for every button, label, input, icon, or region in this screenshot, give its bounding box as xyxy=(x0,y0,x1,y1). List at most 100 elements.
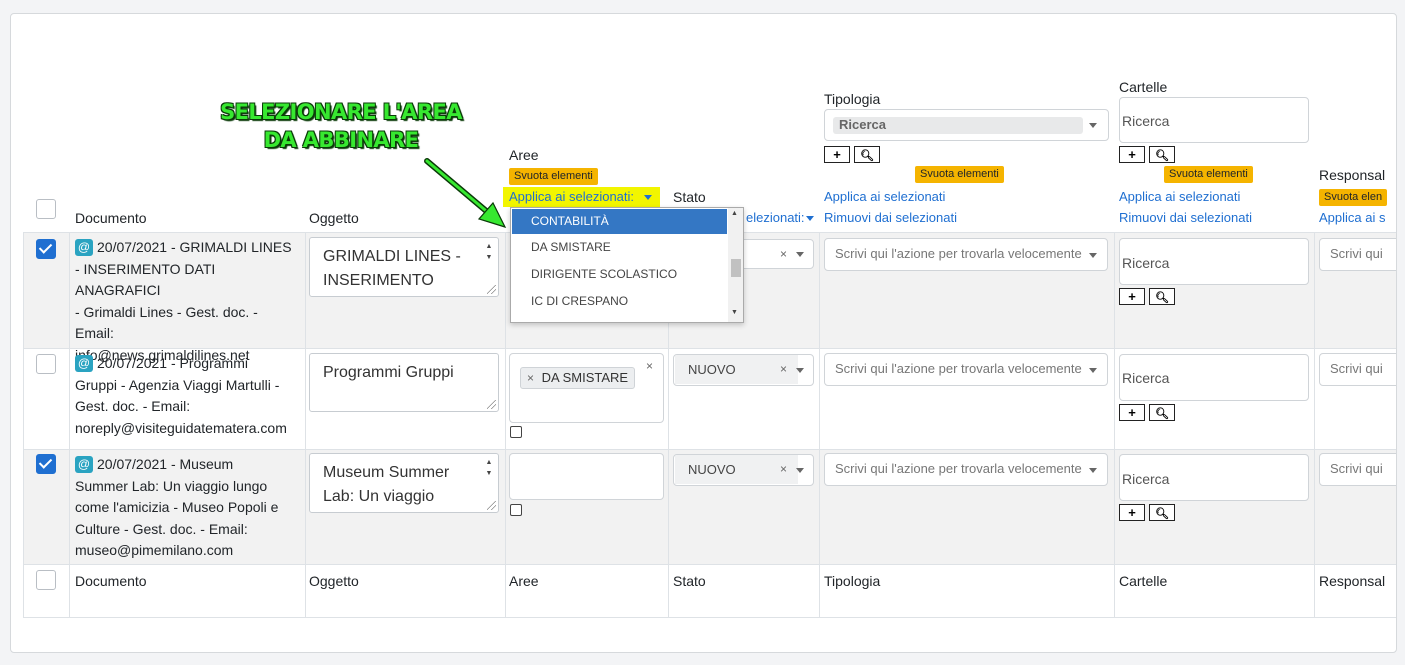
resize-grip-icon[interactable] xyxy=(487,501,496,510)
aree-dropdown-list[interactable]: CONTABILITÀ DA SMISTARE DIRIGENTE SCOLAS… xyxy=(510,207,744,323)
column-header-oggetto[interactable]: Oggetto xyxy=(309,210,359,226)
clear-icon[interactable]: × xyxy=(780,455,787,484)
chevron-down-icon xyxy=(1089,123,1097,128)
document-cell[interactable]: @20/07/2021 - Programmi Gruppi - Agenzia… xyxy=(75,353,303,439)
document-line: come l'amicizia - Museo Popoli e xyxy=(75,499,279,515)
footer-oggetto: Oggetto xyxy=(309,573,359,589)
document-line: - Grimaldi Lines - Gest. doc. - xyxy=(75,303,258,320)
scroll-down-icon[interactable]: ▼ xyxy=(731,309,738,316)
cartelle-search-button[interactable]: 🔍︎ xyxy=(1149,288,1175,305)
stato-select[interactable]: NUOVO × xyxy=(673,354,814,386)
cartelle-filter-input[interactable]: Ricerca xyxy=(1119,97,1309,143)
tipologia-select[interactable]: Scrivi qui l'azione per trovarla velocem… xyxy=(824,238,1108,271)
column-header-stato[interactable]: Stato xyxy=(673,189,706,205)
cartelle-add-button[interactable]: + xyxy=(1119,146,1145,163)
cartelle-search-button[interactable]: 🔍︎ xyxy=(1149,404,1175,421)
tipologia-add-button[interactable]: + xyxy=(824,146,850,163)
footer-documento: Documento xyxy=(75,573,147,589)
stato-applica-dropdown[interactable]: elezionati: xyxy=(746,210,805,225)
chevron-down-icon xyxy=(1089,253,1097,258)
oggetto-line: Museum Summer xyxy=(323,464,450,481)
clear-icon[interactable]: × xyxy=(780,355,787,384)
cartelle-rimuovi-link[interactable]: Rimuovi dai selezionati xyxy=(1119,210,1252,225)
tipologia-rimuovi-link[interactable]: Rimuovi dai selezionati xyxy=(824,210,957,225)
document-line: - INSERIMENTO DATI ANAGRAFICI xyxy=(75,260,216,299)
tipologia-svuota-badge[interactable]: Svuota elementi xyxy=(915,166,1004,183)
document-cell[interactable]: @20/07/2021 - Museum Summer Lab: Un viag… xyxy=(75,454,303,562)
select-all-checkbox[interactable] xyxy=(36,199,56,219)
search-icon: 🔍︎ xyxy=(1155,150,1169,162)
dropdown-scrollbar[interactable]: ▲ ▼ xyxy=(728,208,743,322)
area-row-checkbox[interactable] xyxy=(510,426,522,438)
row-checkbox[interactable] xyxy=(36,454,56,474)
resize-grip-icon[interactable] xyxy=(487,400,496,409)
cartelle-applica-link[interactable]: Applica ai selezionati xyxy=(1119,189,1240,204)
aree-applica-dropdown[interactable]: Applica ai selezionati: xyxy=(503,187,660,207)
stato-select[interactable]: NUOVO × xyxy=(673,454,814,486)
cartelle-search-button[interactable]: 🔍︎ xyxy=(1149,146,1175,163)
search-icon: 🔍︎ xyxy=(1155,408,1169,420)
cartelle-add-button[interactable]: + xyxy=(1119,404,1145,421)
oggetto-line: Programmi Gruppi xyxy=(323,364,454,381)
document-line: Gruppi - Agenzia Viaggi Martulli - xyxy=(75,376,280,393)
oggetto-textarea[interactable]: Programmi Gruppi xyxy=(309,353,499,412)
responsabile-placeholder: Scrivi qui xyxy=(1330,461,1383,476)
clear-icon[interactable]: × xyxy=(646,359,653,373)
document-cell[interactable]: @20/07/2021 - GRIMALDI LINES - INSERIMEN… xyxy=(75,237,303,366)
oggetto-line: INSERIMENTO xyxy=(323,272,434,289)
chevron-down-icon xyxy=(796,252,804,257)
document-line: Summer Lab: Un viaggio lungo xyxy=(75,477,268,494)
aree-svuota-badge[interactable]: Svuota elementi xyxy=(509,168,598,185)
cartelle-input[interactable]: Ricerca xyxy=(1119,354,1309,401)
tipologia-placeholder: Scrivi qui l'azione per trovarla velocem… xyxy=(835,246,1082,261)
chevron-down-icon xyxy=(806,216,814,221)
resize-grip-icon[interactable] xyxy=(487,285,496,294)
scrollbar-thumb[interactable] xyxy=(731,259,741,277)
document-date-title: 20/07/2021 - Programmi xyxy=(97,355,248,371)
aree-multiselect[interactable] xyxy=(509,453,664,500)
aree-multiselect[interactable]: × DA SMISTARE × xyxy=(509,353,664,423)
oggetto-textarea[interactable]: GRIMALDI LINES - INSERIMENTO ▲ ▼ xyxy=(309,237,499,297)
oggetto-textarea[interactable]: Museum Summer Lab: Un viaggio ▲ ▼ xyxy=(309,453,499,513)
document-date-title: 20/07/2021 - Museum xyxy=(97,456,234,472)
cartelle-search-button[interactable]: 🔍︎ xyxy=(1149,504,1175,521)
scroll-up-icon[interactable]: ▲ xyxy=(731,210,738,217)
oggetto-line: GRIMALDI LINES - xyxy=(323,248,461,265)
document-line: noreply@visiteguidatematera.com xyxy=(75,419,287,436)
textarea-scroll-arrows-icon[interactable]: ▲ ▼ xyxy=(483,241,495,275)
clear-icon[interactable]: × xyxy=(780,240,787,268)
responsabile-select[interactable]: Scrivi qui xyxy=(1319,353,1396,386)
cartelle-svuota-badge[interactable]: Svuota elementi xyxy=(1164,166,1253,183)
cartelle-input[interactable]: Ricerca xyxy=(1119,454,1309,501)
responsabile-select[interactable]: Scrivi qui xyxy=(1319,453,1396,486)
responsabile-svuota-badge[interactable]: Svuota elen xyxy=(1319,189,1388,206)
area-row-checkbox[interactable] xyxy=(510,504,522,516)
cartelle-input[interactable]: Ricerca xyxy=(1119,238,1309,285)
row-checkbox[interactable] xyxy=(36,239,56,259)
dropdown-option-ic-di-crespano[interactable]: IC DI CRESPANO xyxy=(512,289,727,314)
dropdown-option-dirigente-scolastico[interactable]: DIRIGENTE SCOLASTICO xyxy=(512,262,727,287)
dropdown-option-da-smistare[interactable]: DA SMISTARE xyxy=(512,235,727,260)
remove-tag-icon[interactable]: × xyxy=(527,371,534,385)
tipologia-search-button[interactable]: 🔍︎ xyxy=(854,146,880,163)
select-all-footer-checkbox[interactable] xyxy=(36,570,56,590)
responsabile-applica-link[interactable]: Applica ai s xyxy=(1319,210,1385,225)
column-header-documento[interactable]: Documento xyxy=(75,210,147,226)
cartelle-add-button[interactable]: + xyxy=(1119,288,1145,305)
tipologia-select[interactable]: Scrivi qui l'azione per trovarla velocem… xyxy=(824,353,1108,386)
annotation-text: SELEZIONARE L'AREA DA ABBINARE xyxy=(201,98,481,154)
textarea-scroll-arrows-icon[interactable]: ▲ ▼ xyxy=(483,457,495,491)
dropdown-option-contabilita[interactable]: CONTABILITÀ xyxy=(512,209,727,234)
cartelle-add-button[interactable]: + xyxy=(1119,504,1145,521)
chevron-down-icon xyxy=(1089,368,1097,373)
row-checkbox[interactable] xyxy=(36,354,56,374)
tipologia-applica-link[interactable]: Applica ai selezionati xyxy=(824,189,945,204)
tipologia-filter-select[interactable]: Ricerca xyxy=(824,109,1109,141)
responsabile-select[interactable]: Scrivi qui xyxy=(1319,238,1396,271)
column-header-cartelle[interactable]: Cartelle xyxy=(1119,79,1167,95)
footer-responsabile: Responsal xyxy=(1319,573,1386,589)
document-line: Email: xyxy=(75,325,114,341)
column-header-responsabile[interactable]: Responsal xyxy=(1319,167,1385,183)
column-header-tipologia[interactable]: Tipologia xyxy=(824,91,880,107)
tipologia-select[interactable]: Scrivi qui l'azione per trovarla velocem… xyxy=(824,453,1108,486)
